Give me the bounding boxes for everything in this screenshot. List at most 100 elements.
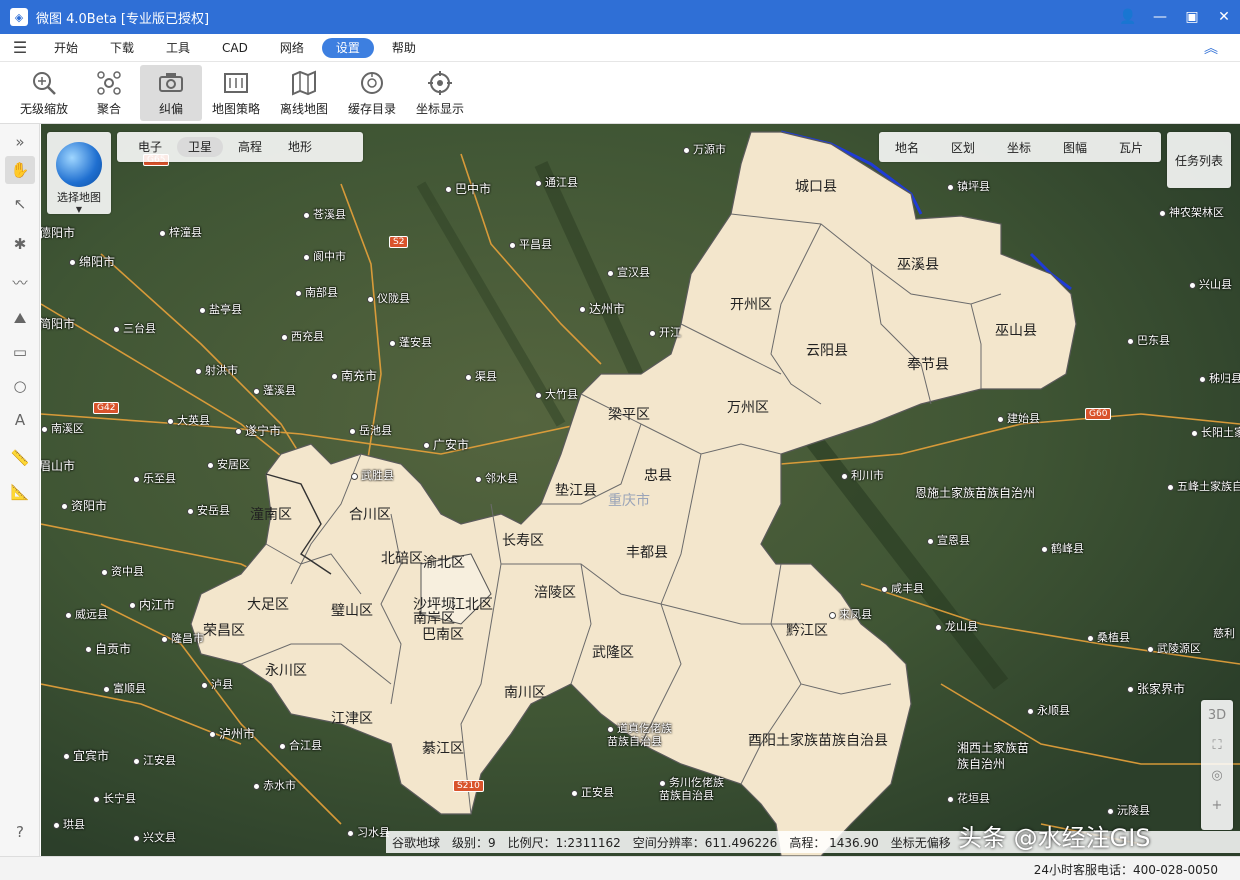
coordinate-display-button[interactable]: 坐标显示 [406, 65, 474, 121]
zoom-icon [33, 72, 56, 95]
draw-circle-icon[interactable]: ○ [5, 372, 35, 400]
map-app-icon: ◈ [10, 8, 28, 26]
menu-network[interactable]: 网络 [266, 38, 318, 58]
map-navigation-tools: 3D ⛶ ◎ + [1201, 700, 1233, 830]
map-source-selector[interactable]: 选择地图 ▼ [47, 132, 111, 214]
expand-sidebar-icon[interactable]: » [5, 128, 35, 156]
place-label: 鹤峰县 [1041, 540, 1084, 556]
title-bar: ◈ 微图 4.0Beta [专业版已授权] 👤 — ▣ ✕ [0, 0, 1240, 34]
menu-start[interactable]: 开始 [40, 38, 92, 58]
stepless-zoom-button[interactable]: 无级缩放 [10, 65, 78, 121]
menu-settings[interactable]: 设置 [321, 37, 374, 58]
district-label: 垫江县 [555, 483, 597, 499]
place-label: 泸州市 [209, 725, 255, 742]
cluster-button[interactable]: 聚合 [78, 65, 140, 121]
user-icon[interactable]: 👤 [1112, 0, 1144, 34]
place-label: 开江 [649, 324, 681, 340]
place-label: 苍溪县 [303, 206, 346, 222]
cache-directory-button[interactable]: 缓存目录 [338, 65, 406, 121]
place-label: 仪陇县 [367, 290, 410, 306]
task-list-button[interactable]: 任务列表 [1167, 132, 1231, 188]
district-label: 酉阳土家族苗族自治县 [748, 733, 888, 749]
place-label: 简阳市 [41, 317, 76, 331]
tab-elevation[interactable]: 高程 [227, 137, 273, 157]
add-text-icon[interactable]: A [5, 406, 35, 434]
menu-bar: ☰ 开始 下载 工具 CAD 网络 设置 帮助 ︽ [0, 34, 1240, 62]
map-strategy-button[interactable]: 地图策略 [202, 65, 270, 121]
zoom-in-icon[interactable]: + [1212, 790, 1223, 820]
district-label: 梁平区 [608, 407, 650, 423]
pan-hand-icon[interactable]: ✋ [5, 156, 35, 184]
layer-sheets[interactable]: 图幅 [1047, 139, 1103, 156]
menu-download[interactable]: 下载 [96, 38, 148, 58]
place-label: 长阳土家族自治县 [1191, 424, 1240, 440]
place-label: 射洪市 [195, 362, 238, 378]
place-label: 长宁县 [93, 790, 136, 806]
map-view[interactable]: G65 S2 G42 G60 S210 城口县 巫溪县 开州区 云阳县 巫山县 … [41, 124, 1240, 856]
locate-icon[interactable]: ◎ [1211, 760, 1222, 790]
place-label: 宜宾市 [63, 747, 109, 764]
place-label: 镇坪县 [947, 178, 990, 194]
rectify-button[interactable]: 纠偏 [140, 65, 202, 121]
watermark: 头条 @水经注GIS [958, 824, 1151, 852]
tab-terrain[interactable]: 地形 [277, 137, 323, 157]
draw-point-icon[interactable]: ✱ [5, 230, 35, 258]
select-arrow-icon[interactable]: ↖ [5, 190, 35, 218]
left-tool-sidebar: » ✋ ↖ ✱ 〰 ⛰ ▭ ○ A 📏 📐 ? [0, 124, 40, 856]
layer-coordinates[interactable]: 坐标 [991, 139, 1047, 156]
draw-area-icon[interactable]: ⛰ [5, 304, 35, 332]
offline-map-button[interactable]: 离线地图 [270, 65, 338, 121]
district-label: 城口县 [795, 179, 837, 195]
layer-divisions[interactable]: 区划 [935, 139, 991, 156]
close-button[interactable]: ✕ [1208, 0, 1240, 34]
place-label: 巴东县 [1127, 332, 1170, 348]
place-label: 赤水市 [253, 777, 296, 793]
status-resolution: 空间分辨率：611.496226 [632, 835, 778, 850]
district-label: 开州区 [730, 297, 772, 313]
draw-rectangle-icon[interactable]: ▭ [5, 338, 35, 366]
draw-line-icon[interactable]: 〰 [5, 268, 35, 296]
menu-help[interactable]: 帮助 [378, 38, 430, 58]
tab-electronic[interactable]: 电子 [127, 137, 173, 157]
minimize-button[interactable]: — [1144, 0, 1176, 34]
menu-tools[interactable]: 工具 [152, 38, 204, 58]
place-label: 花垣县 [947, 790, 990, 806]
district-label: 合川区 [349, 507, 391, 523]
fullscreen-icon[interactable]: ⛶ [1212, 730, 1221, 760]
road-shield: S210 [453, 780, 484, 792]
district-label: 忠县 [644, 468, 672, 484]
maximize-button[interactable]: ▣ [1176, 0, 1208, 34]
road-shield: G42 [93, 402, 120, 414]
service-hotline: 24小时客服电话：400-028-0050 [1033, 863, 1218, 877]
place-label: 邻水县 [475, 470, 518, 486]
place-label: 自贡市 [85, 640, 131, 657]
3d-toggle-button[interactable]: 3D [1208, 700, 1226, 730]
place-label: 习水县 [347, 824, 390, 840]
district-label: 大足区 [247, 597, 289, 613]
district-label: 南川区 [504, 685, 546, 701]
place-label: 平昌县 [509, 236, 552, 252]
place-label: 来凤县 [829, 606, 872, 622]
place-label: 安居区 [207, 456, 250, 472]
place-label: 沅陵县 [1107, 802, 1150, 818]
layer-tiles[interactable]: 瓦片 [1103, 139, 1159, 156]
layer-place-names[interactable]: 地名 [879, 139, 935, 156]
hamburger-menu-icon[interactable]: ☰ [0, 38, 40, 57]
district-label: 潼南区 [250, 507, 292, 523]
place-label: 阆中市 [303, 248, 346, 264]
measure-area-icon[interactable]: 📐 [5, 478, 35, 506]
tab-satellite[interactable]: 卫星 [177, 137, 224, 157]
district-label: 长寿区 [502, 533, 544, 549]
district-label: 巴南区 [422, 627, 464, 643]
measure-distance-icon[interactable]: 📏 [5, 444, 35, 472]
menu-cad[interactable]: CAD [208, 38, 262, 58]
place-label: 渠县 [465, 368, 497, 384]
place-label: 泸县 [201, 676, 233, 692]
place-label: 蓬溪县 [253, 382, 296, 398]
help-icon[interactable]: ? [5, 818, 35, 846]
place-label: 南充市 [331, 367, 377, 384]
place-label: 梓潼县 [159, 224, 202, 240]
place-label: 武胜县 [351, 467, 394, 483]
collapse-ribbon-icon[interactable]: ︽ [1204, 38, 1218, 58]
place-label: 大英县 [167, 412, 210, 428]
